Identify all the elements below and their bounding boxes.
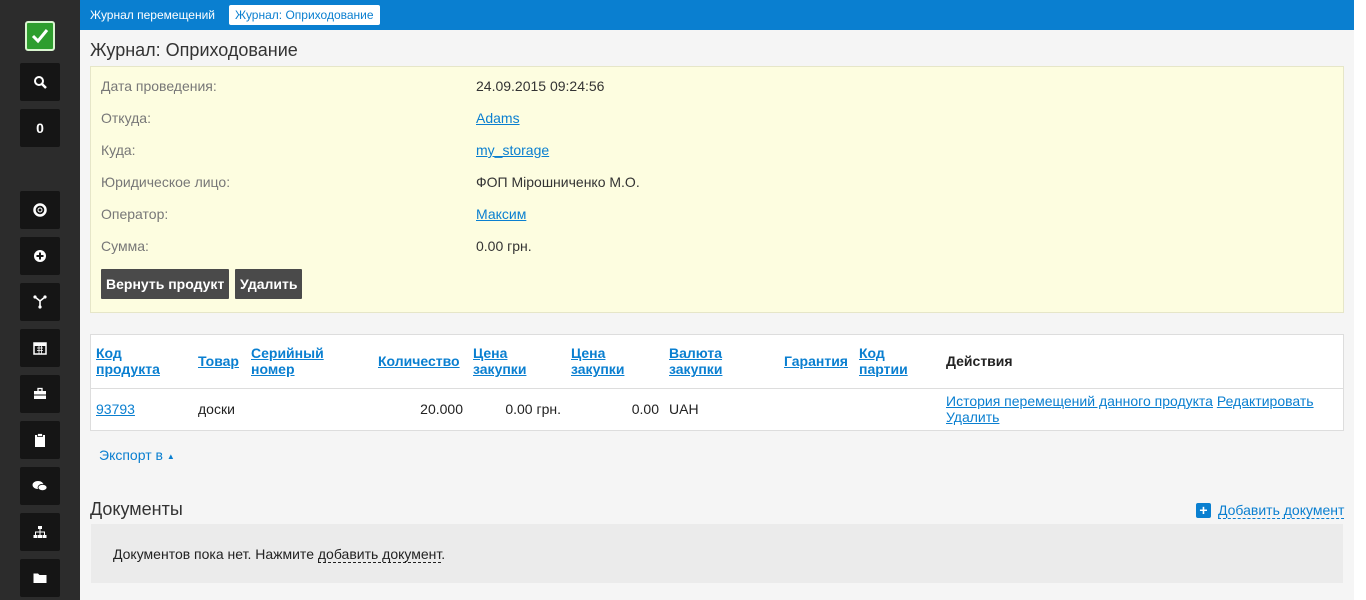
row-actions: История перемещений данного продукта Ред…	[946, 393, 1336, 425]
checkmark-logo-icon[interactable]	[25, 21, 55, 51]
sidebar: 0	[0, 0, 80, 600]
clipboard-icon[interactable]	[20, 421, 60, 459]
sitemap-icon[interactable]	[20, 513, 60, 551]
add-document-label: Добавить документ	[1218, 502, 1345, 519]
return-product-button[interactable]: Вернуть продукт	[101, 269, 230, 299]
counter-button[interactable]: 0	[20, 109, 60, 147]
documents-empty-end: .	[441, 546, 446, 562]
fork-icon[interactable]	[20, 283, 60, 321]
scrollbar-track[interactable]	[1354, 0, 1366, 600]
column-warranty[interactable]: Гарантия	[784, 353, 848, 369]
briefcase-icon[interactable]	[20, 375, 60, 413]
from-link[interactable]: Adams	[476, 110, 520, 126]
column-actions: Действия	[946, 353, 1013, 369]
column-purchase-price[interactable]: Цена закупки	[473, 345, 526, 377]
page-title: Журнал: Оприходование	[90, 40, 298, 60]
from-label: Откуда:	[101, 110, 151, 126]
info-row-sum: Сумма: 0.00 грн.	[91, 238, 1343, 258]
products-table: Код продукта Товар Серийный номер Количест…	[90, 334, 1344, 431]
caret-up-icon: ▲	[166, 451, 175, 461]
folder-icon[interactable]	[20, 559, 60, 597]
operator-link[interactable]: Максим	[476, 206, 526, 222]
plus-icon: +	[1196, 503, 1211, 518]
calendar-icon[interactable]	[20, 329, 60, 367]
column-currency[interactable]: Валюта закупки	[669, 345, 722, 377]
documents-title: Документы	[90, 499, 183, 519]
lifebuoy-icon[interactable]	[20, 191, 60, 229]
quantity-value: 20.000	[420, 401, 463, 417]
column-product[interactable]: Товар	[198, 353, 239, 369]
to-link[interactable]: my_storage	[476, 142, 549, 158]
export-dropdown[interactable]: Экспорт в ▲	[99, 447, 175, 463]
product-name: доски	[198, 401, 235, 417]
purchase-price-value: 0.00 грн.	[505, 401, 561, 417]
info-row-from: Откуда: Adams	[91, 110, 1343, 130]
info-row-entity: Юридическое лицо: ФОП Мірошниченко М.О.	[91, 174, 1343, 194]
add-document-link[interactable]: добавить документ	[317, 546, 442, 563]
documents-empty-text: Документов пока нет. Нажмите	[113, 546, 314, 562]
operator-label: Оператор:	[101, 206, 169, 222]
delete-button[interactable]: Удалить	[235, 269, 303, 299]
entity-value: ФОП Мірошниченко М.О.	[476, 174, 640, 190]
info-row-date: Дата проведения: 24.09.2015 09:24:56	[91, 78, 1343, 98]
product-code-link[interactable]: 93793	[96, 401, 135, 417]
column-batch-code[interactable]: Код партии	[859, 345, 908, 377]
to-label: Куда:	[101, 142, 136, 158]
delete-row-link[interactable]: Удалить	[946, 409, 999, 425]
column-product-code[interactable]: Код продукта	[96, 345, 160, 377]
date-value: 24.09.2015 09:24:56	[476, 78, 605, 94]
export-label: Экспорт в	[99, 447, 163, 463]
info-row-to: Куда: my_storage	[91, 142, 1343, 162]
documents-empty-state: Документов пока нет. Нажмите добавить до…	[91, 524, 1343, 583]
breadcrumb-current[interactable]: Журнал: Оприходование	[229, 5, 380, 25]
add-document-button[interactable]: + Добавить документ	[1196, 502, 1345, 519]
table-header: Код продукта Товар Серийный номер Количест…	[91, 335, 1343, 389]
search-icon[interactable]	[20, 63, 60, 101]
movement-history-link[interactable]: История перемещений данного продукта	[946, 393, 1213, 409]
edit-link[interactable]: Редактировать	[1217, 393, 1314, 409]
currency-value: UAH	[669, 401, 699, 417]
sum-value: 0.00 грн.	[476, 238, 532, 254]
counter-value: 0	[36, 120, 44, 136]
column-purchase-price-2[interactable]: Цена закупки	[571, 345, 624, 377]
breadcrumb: Журнал перемещений Журнал: Оприходование	[80, 0, 1354, 30]
column-quantity[interactable]: Количество	[378, 353, 460, 369]
plus-circle-icon[interactable]	[20, 237, 60, 275]
info-row-operator: Оператор: Максим	[91, 206, 1343, 226]
chat-icon[interactable]	[20, 467, 60, 505]
date-label: Дата проведения:	[101, 78, 217, 94]
breadcrumb-journal-movements[interactable]: Журнал перемещений	[84, 5, 221, 25]
sum-label: Сумма:	[101, 238, 149, 254]
purchase-price-2-value: 0.00	[631, 401, 659, 417]
info-panel: Дата проведения: 24.09.2015 09:24:56 Отк…	[90, 66, 1344, 313]
column-serial[interactable]: Серийный номер	[251, 345, 324, 377]
entity-label: Юридическое лицо:	[101, 174, 231, 190]
